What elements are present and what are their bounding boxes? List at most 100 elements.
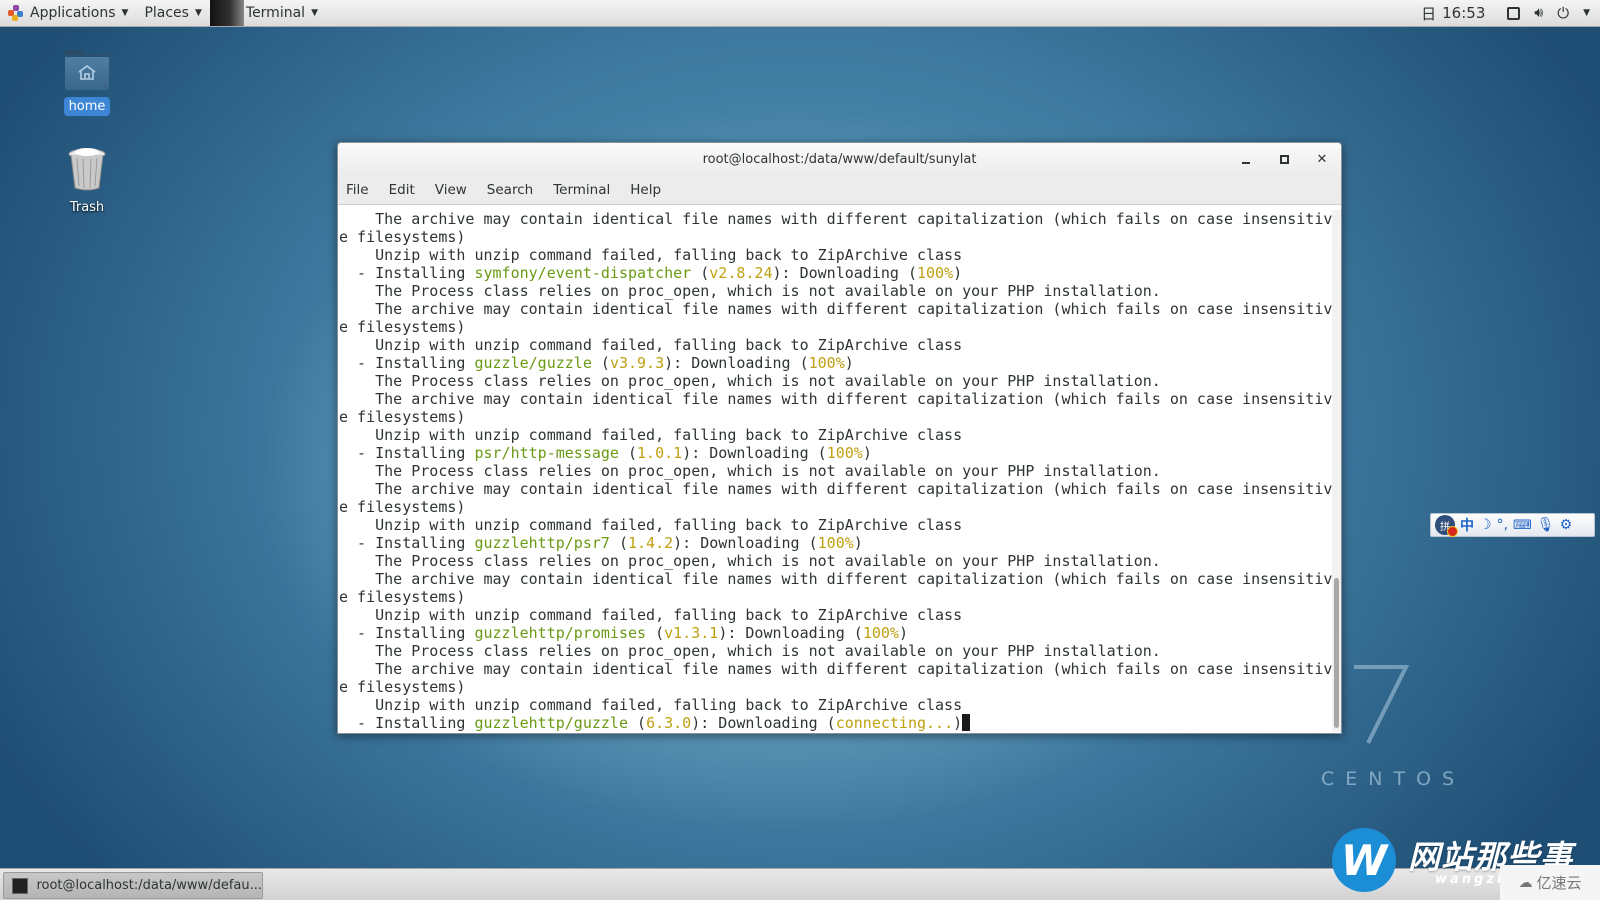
terminal-app-menu[interactable]: Terminal ▼ bbox=[209, 0, 326, 27]
terminal-line: The Process class relies on proc_open, w… bbox=[339, 552, 1333, 570]
terminal-text: ): Downloading ( bbox=[673, 534, 818, 552]
terminal-text: - Installing bbox=[339, 264, 475, 282]
version-text: v1.3.1 bbox=[664, 624, 719, 642]
applications-icon bbox=[8, 5, 24, 21]
terminal-text: e filesystems) bbox=[339, 408, 466, 426]
version-text: 6.3.0 bbox=[646, 714, 692, 732]
terminal-line: e filesystems) bbox=[339, 408, 1333, 426]
partner-name: 亿速云 bbox=[1536, 874, 1582, 892]
terminal-line: The Process class relies on proc_open, w… bbox=[339, 372, 1333, 390]
menu-view[interactable]: View bbox=[435, 182, 467, 198]
menu-file[interactable]: File bbox=[346, 182, 369, 198]
taskbar-item-terminal[interactable]: root@localhost:/data/www/defau... bbox=[3, 872, 263, 899]
terminal-line: The Process class relies on proc_open, w… bbox=[339, 462, 1333, 480]
terminal-text: The archive may contain identical file n… bbox=[339, 390, 1333, 408]
terminal-text: ) bbox=[953, 264, 963, 282]
menu-bar: File Edit View Search Terminal Help bbox=[338, 175, 1341, 205]
terminal-window: root@localhost:/data/www/default/sunylat… bbox=[337, 142, 1342, 734]
terminal-text: ) bbox=[862, 444, 872, 462]
terminal-line: e filesystems) bbox=[339, 678, 1333, 696]
display-icon[interactable] bbox=[1507, 6, 1521, 20]
terminal-app-icon bbox=[209, 0, 244, 26]
terminal-text: The archive may contain identical file n… bbox=[339, 210, 1333, 228]
terminal-line: Unzip with unzip command failed, falling… bbox=[339, 246, 1333, 264]
terminal-text: ): Downloading ( bbox=[772, 264, 918, 282]
ime-toolbar: 拼 中 ☽ °, ⌨ 🎙︎ ⚙ bbox=[1430, 513, 1595, 537]
terminal-text: ): Downloading ( bbox=[691, 714, 836, 732]
package-name: guzzlehttp/psr7 bbox=[474, 534, 610, 552]
halfwidth-moon-icon[interactable]: ☽ bbox=[1479, 517, 1492, 533]
terminal-text: The archive may contain identical file n… bbox=[339, 480, 1333, 498]
package-name: psr/http-message bbox=[474, 444, 619, 462]
terminal-text: ): Downloading ( bbox=[664, 354, 809, 372]
terminal-text: Unzip with unzip command failed, falling… bbox=[339, 336, 963, 354]
keyboard-icon[interactable]: ⌨ bbox=[1513, 518, 1532, 533]
desktop-icon-label: home bbox=[63, 97, 111, 116]
terminal-text: Unzip with unzip command failed, falling… bbox=[339, 696, 963, 714]
terminal-line: The archive may contain identical file n… bbox=[339, 210, 1333, 228]
minimize-button[interactable] bbox=[1237, 150, 1255, 168]
microphone-icon[interactable]: 🎙︎ bbox=[1537, 517, 1555, 533]
terminal-app-label: Terminal bbox=[245, 5, 306, 21]
terminal-text: e filesystems) bbox=[339, 588, 466, 606]
terminal-line: e filesystems) bbox=[339, 498, 1333, 516]
menu-terminal[interactable]: Terminal bbox=[553, 182, 610, 198]
version-text: 100% bbox=[826, 444, 863, 462]
applications-menu[interactable]: Applications ▼ bbox=[0, 0, 136, 26]
applications-label: Applications bbox=[30, 5, 116, 21]
desktop-icon-label: Trash bbox=[69, 200, 105, 215]
terminal-line: e filesystems) bbox=[339, 318, 1333, 336]
settings-gear-icon[interactable]: ⚙ bbox=[1560, 517, 1573, 533]
places-menu[interactable]: Places ▼ bbox=[136, 0, 209, 26]
terminal-text: ) bbox=[853, 534, 863, 552]
power-icon[interactable]: ⏻ bbox=[1557, 4, 1569, 22]
system-menu-chevron-icon[interactable]: ▼ bbox=[1583, 8, 1590, 18]
cloud-logo-icon: ☁ bbox=[1518, 874, 1533, 891]
package-name: guzzlehttp/guzzle bbox=[474, 714, 628, 732]
top-panel: Applications ▼ Places ▼ Terminal ▼ 日 16:… bbox=[0, 0, 1600, 27]
version-text: 100% bbox=[817, 534, 854, 552]
punctuation-icon[interactable]: °, bbox=[1497, 517, 1508, 533]
close-icon: ✕ bbox=[1316, 151, 1328, 167]
terminal-line: - Installing guzzlehttp/psr7 (1.4.2): Do… bbox=[339, 534, 1333, 552]
terminal-scrollbar[interactable] bbox=[1332, 210, 1341, 732]
menu-help[interactable]: Help bbox=[630, 182, 661, 198]
chinese-mode-icon[interactable]: 中 bbox=[1460, 515, 1474, 535]
terminal-text: e filesystems) bbox=[339, 228, 466, 246]
terminal-text: ( bbox=[628, 714, 647, 732]
terminal-text: The Process class relies on proc_open, w… bbox=[339, 372, 1161, 390]
window-titlebar[interactable]: root@localhost:/data/www/default/sunylat… bbox=[338, 143, 1341, 175]
terminal-line: - Installing guzzlehttp/promises (v1.3.1… bbox=[339, 624, 1333, 642]
site-watermark-subtext: wangzh bbox=[1435, 872, 1510, 887]
terminal-text: e filesystems) bbox=[339, 318, 466, 336]
close-button[interactable]: ✕ bbox=[1313, 150, 1331, 168]
calendar-icon: 日 bbox=[1421, 4, 1437, 23]
terminal-line: Unzip with unzip command failed, falling… bbox=[339, 336, 1333, 354]
terminal-line: The archive may contain identical file n… bbox=[339, 660, 1333, 678]
terminal-output[interactable]: The archive may contain identical file n… bbox=[338, 210, 1333, 732]
scrollbar-thumb[interactable] bbox=[1334, 578, 1339, 728]
terminal-text: - Installing bbox=[339, 444, 475, 462]
desktop-icon-home[interactable]: home bbox=[42, 50, 132, 116]
menu-edit[interactable]: Edit bbox=[389, 182, 415, 198]
terminal-line: The archive may contain identical file n… bbox=[339, 570, 1333, 588]
terminal-text: The Process class relies on proc_open, w… bbox=[339, 282, 1161, 300]
terminal-text: ) bbox=[844, 354, 854, 372]
terminal-text: ): Downloading ( bbox=[718, 624, 863, 642]
terminal-line: - Installing guzzle/guzzle (v3.9.3): Dow… bbox=[339, 354, 1333, 372]
chevron-down-icon: ▼ bbox=[311, 8, 318, 18]
desktop-icon-trash[interactable]: Trash bbox=[42, 146, 132, 215]
taskbar-item-label: root@localhost:/data/www/defau... bbox=[36, 878, 262, 893]
terminal-text: ) bbox=[898, 624, 908, 642]
terminal-line: The archive may contain identical file n… bbox=[339, 390, 1333, 408]
centos-wordmark: CENTOS bbox=[1321, 768, 1466, 790]
menu-search[interactable]: Search bbox=[487, 182, 533, 198]
version-text: 100% bbox=[917, 264, 954, 282]
terminal-text: Unzip with unzip command failed, falling… bbox=[339, 426, 963, 444]
terminal-line: - Installing guzzlehttp/guzzle (6.3.0): … bbox=[339, 714, 1333, 732]
ime-logo-icon[interactable]: 拼 bbox=[1435, 515, 1458, 537]
maximize-button[interactable] bbox=[1275, 150, 1293, 168]
minimize-icon bbox=[1242, 162, 1250, 164]
volume-icon[interactable]: 🔊︎ bbox=[1534, 5, 1543, 21]
clock-button[interactable]: 日 16:53 bbox=[1421, 3, 1485, 24]
